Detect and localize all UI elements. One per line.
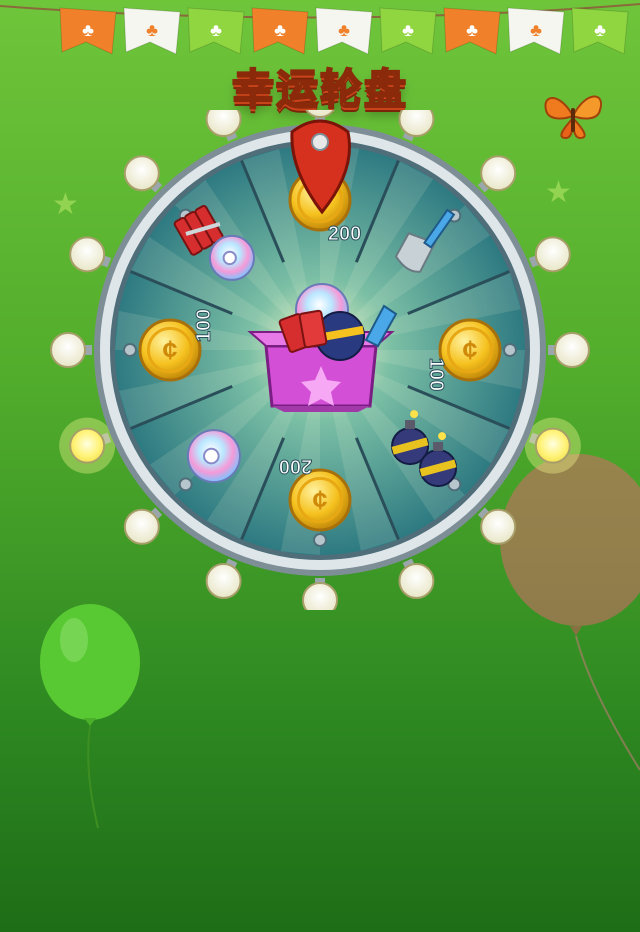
svg-text:¢: ¢ (462, 335, 477, 365)
wheel-peg (503, 343, 517, 357)
svg-text:¢: ¢ (312, 485, 327, 515)
wheel-peg (178, 477, 193, 492)
prize-amount: 100 (425, 358, 447, 391)
light-bulb (59, 417, 116, 474)
shamrock-icon: ♣ (146, 20, 158, 40)
light-bulb (69, 236, 112, 273)
prize-amount: 200 (279, 455, 312, 477)
light-bulb (548, 332, 590, 368)
shamrock-icon: ♣ (82, 20, 94, 40)
bunting-flag: ♣ (571, 7, 629, 55)
prize-amount: 200 (328, 223, 361, 245)
shamrock-icon: ♣ (594, 20, 606, 40)
bunting-flag: ♣ (251, 7, 309, 55)
light-bulb (528, 236, 571, 273)
light-bulb (398, 558, 435, 599)
light-bulb (123, 155, 163, 193)
shamrock-icon: ♣ (210, 20, 222, 40)
bunting-flag: ♣ (315, 7, 373, 55)
prize-rainbow-ball (186, 429, 241, 484)
light-bulb (302, 578, 338, 610)
light-bulb (205, 110, 242, 142)
light-bulb (524, 417, 581, 474)
svg-text:¢: ¢ (162, 335, 177, 365)
bunting-flag: ♣ (59, 7, 117, 55)
prize-amount: 100 (193, 309, 215, 342)
light-bulb (205, 558, 242, 599)
light-bulb (50, 332, 92, 368)
wheel-peg (313, 533, 327, 547)
light-bulb (398, 110, 435, 142)
bunting-flag: ♣ (123, 7, 181, 55)
green-balloon (40, 604, 140, 829)
bunting-flag: ♣ (187, 7, 245, 55)
light-bulb (477, 507, 517, 545)
bunting-flag: ♣ (507, 7, 565, 55)
light-bulb (477, 155, 517, 193)
light-bulb (123, 507, 163, 545)
game-scene: ♣ ♣ ♣ ♣ ♣ ♣ ♣ ♣ ♣ 幸运轮盘 ★ ★ 200 ¢ 100 ¢ 2… (0, 0, 640, 932)
lucky-wheel[interactable]: ¢200¢100¢200¢100 (40, 110, 600, 610)
shamrock-icon: ♣ (274, 20, 286, 40)
shamrock-icon: ♣ (466, 20, 478, 40)
shamrock-icon: ♣ (338, 20, 350, 40)
shamrock-icon: ♣ (530, 20, 542, 40)
shamrock-icon: ♣ (402, 20, 414, 40)
bunting-flag: ♣ (379, 7, 437, 55)
wheel-peg (123, 343, 137, 357)
bunting-flag: ♣ (443, 7, 501, 55)
